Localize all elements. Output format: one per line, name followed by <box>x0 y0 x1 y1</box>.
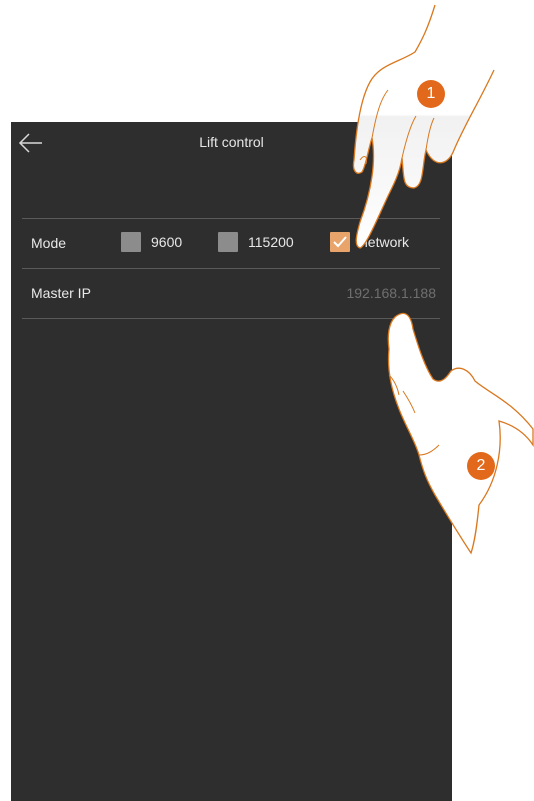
divider <box>22 318 440 319</box>
mode-option-115200[interactable]: 115200 <box>218 230 294 254</box>
checkmark-icon <box>333 236 347 248</box>
master-ip-row: Master IP 192.168.1.188 <box>22 269 440 317</box>
mode-option-network[interactable]: network <box>330 230 409 254</box>
page-title: Lift control <box>199 134 264 150</box>
option-label-network: network <box>360 234 410 250</box>
mode-row: Mode 9600 115200 network <box>22 219 440 267</box>
header-bar: Lift control <box>11 122 452 162</box>
mode-option-9600[interactable]: 9600 <box>121 230 182 254</box>
step-badge-2: 2 <box>467 452 495 480</box>
option-label-115200: 115200 <box>248 234 294 250</box>
instruction-figure: Lift control Mode 9600 115200 network Ma… <box>0 0 534 801</box>
checkbox-network[interactable] <box>330 232 350 252</box>
option-label-9600: 9600 <box>151 234 183 250</box>
mode-label: Mode <box>31 235 67 251</box>
step-badge-1: 1 <box>417 80 445 108</box>
device-screen: Lift control Mode 9600 115200 network Ma… <box>11 122 452 801</box>
master-ip-label: Master IP <box>31 285 91 301</box>
checkbox-9600[interactable] <box>121 232 141 252</box>
checkbox-115200[interactable] <box>218 232 238 252</box>
master-ip-field[interactable]: 192.168.1.188 <box>346 285 436 301</box>
